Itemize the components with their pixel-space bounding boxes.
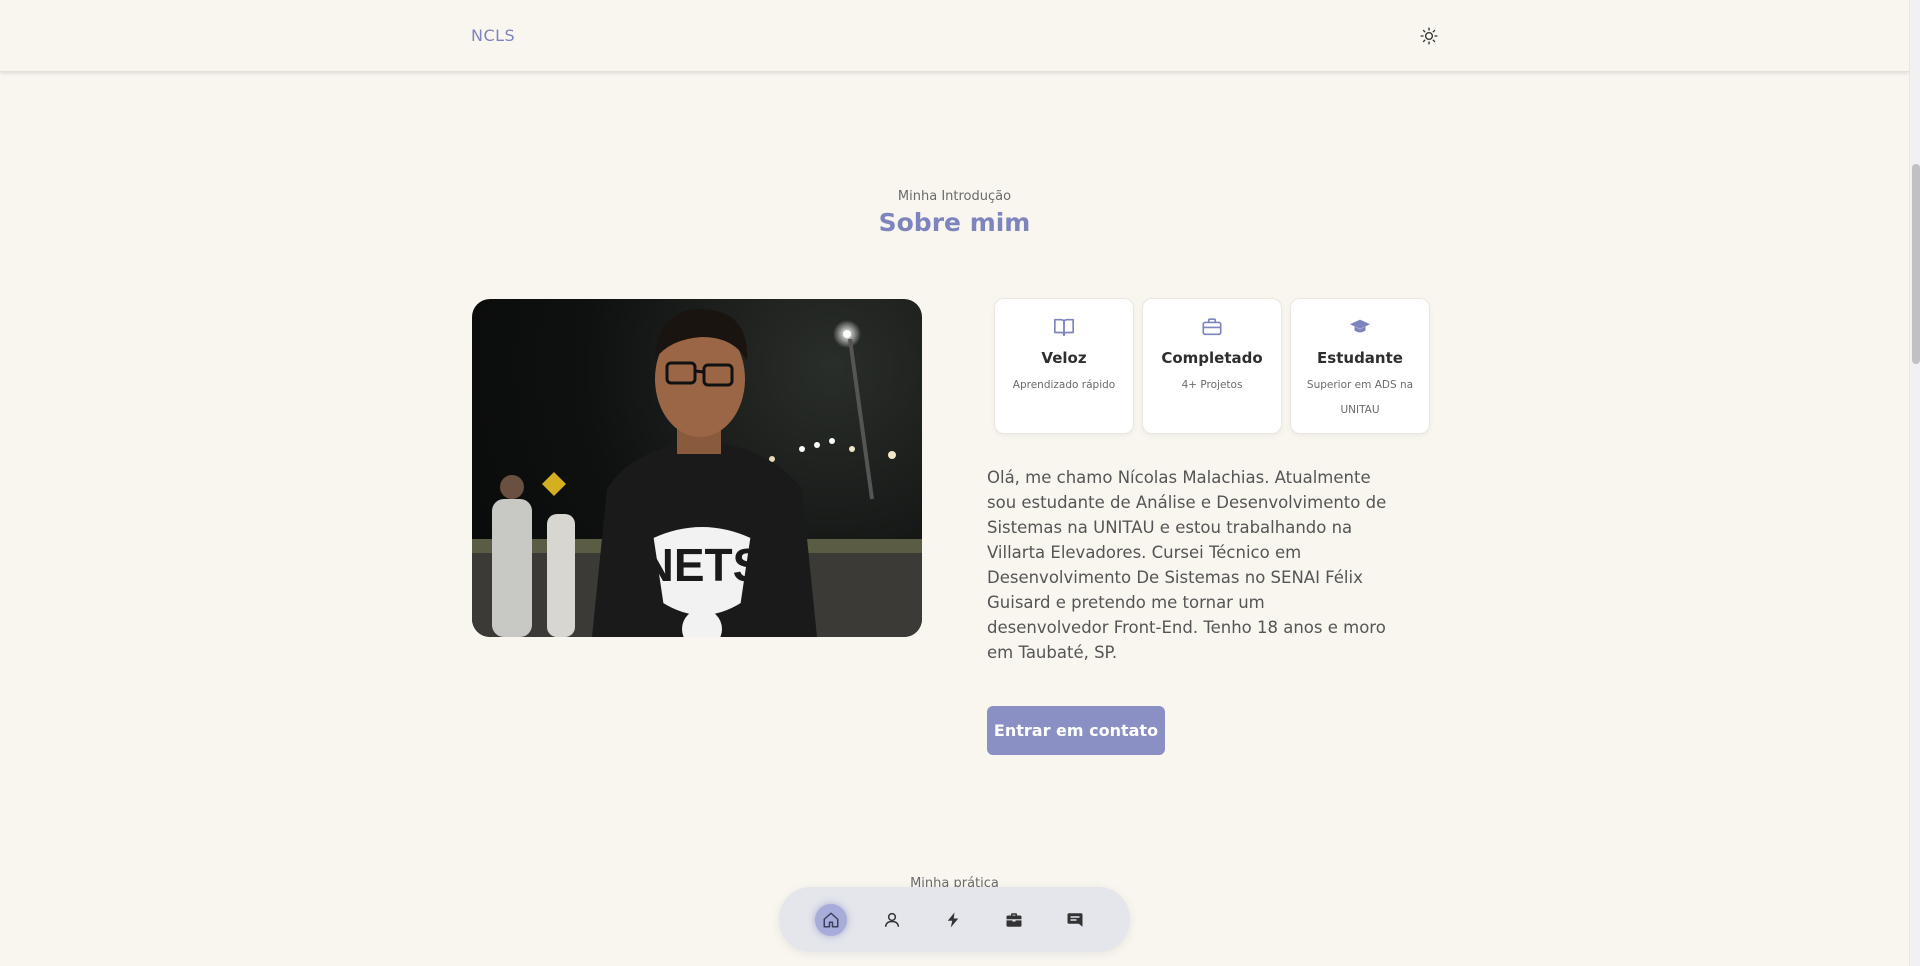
top-header: NCLS	[0, 0, 1909, 72]
section-title: Sobre mim	[878, 208, 1031, 237]
nav-home[interactable]	[815, 903, 847, 936]
book-icon	[1054, 318, 1074, 337]
bolt-icon	[947, 912, 959, 927]
theme-toggle-button[interactable]	[1418, 25, 1440, 47]
home-icon	[823, 912, 839, 927]
info-cards: Veloz Aprendizado rápido Completado 4+ P…	[994, 298, 1430, 434]
message-icon	[1067, 912, 1083, 927]
nav-skills[interactable]	[937, 904, 969, 936]
card-subtitle: Aprendizado rápido	[1012, 379, 1116, 391]
nav-about[interactable]	[876, 904, 908, 936]
card-subtitle: Superior em ADS na UNITAU	[1306, 379, 1414, 416]
card-title: Completado	[1161, 349, 1263, 367]
user-icon	[884, 912, 900, 927]
nav-projects[interactable]	[998, 904, 1030, 936]
nav-contact[interactable]	[1059, 904, 1091, 936]
info-card-completado: Completado 4+ Projetos	[1142, 298, 1282, 434]
graduation-cap-icon	[1349, 319, 1371, 333]
shirt-text: NETS	[641, 539, 764, 591]
card-title: Veloz	[1041, 349, 1087, 367]
card-title: Estudante	[1317, 349, 1403, 367]
about-description: Olá, me chamo Nícolas Malachias. Atualme…	[987, 468, 1387, 662]
logo-link[interactable]: NCLS	[471, 26, 515, 45]
card-subtitle: 4+ Projetos	[1181, 379, 1243, 391]
profile-photo-illustration: NETS	[472, 309, 922, 637]
scrollbar[interactable]	[1909, 0, 1920, 966]
sun-icon	[1420, 27, 1438, 45]
section-subtitle: Minha Introdução	[897, 189, 1012, 204]
profile-photo: NETS	[472, 299, 922, 637]
info-card-veloz: Veloz Aprendizado rápido	[994, 298, 1134, 434]
briefcase-icon	[1202, 318, 1222, 336]
info-card-estudante: Estudante Superior em ADS na UNITAU	[1290, 298, 1430, 434]
bottom-nav	[779, 887, 1130, 952]
briefcase-icon	[1006, 912, 1022, 927]
scrollbar-thumb[interactable]	[1912, 164, 1920, 364]
contact-button[interactable]: Entrar em contato	[987, 706, 1165, 755]
